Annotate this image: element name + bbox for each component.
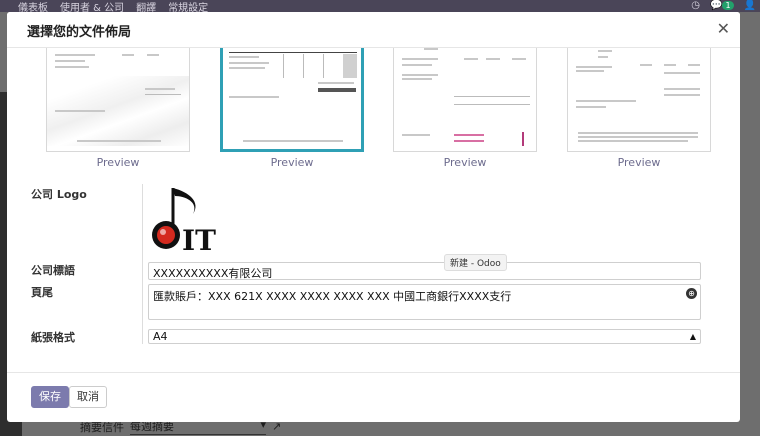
paper-format-select[interactable]: A4 ▲ — [148, 329, 701, 344]
save-button[interactable]: 保存 — [31, 386, 69, 408]
chat-icon[interactable]: 💬 1 — [710, 0, 734, 11]
layout-thumbnail[interactable] — [567, 48, 711, 152]
paper-format-value: A4 — [153, 330, 168, 343]
dialog-footer: 保存 取消 — [7, 372, 740, 422]
layout-thumbnail-selected[interactable] — [220, 48, 364, 152]
tagline-label: 公司標語 — [31, 264, 75, 277]
user-icon[interactable]: 👤 — [744, 0, 756, 11]
preview-link[interactable]: Preview — [46, 156, 190, 169]
logo-image: IT — [152, 188, 216, 257]
select-caret-icon: ▲ — [689, 332, 696, 341]
clock-icon[interactable]: ◷ — [691, 0, 700, 11]
preview-link[interactable]: Preview — [220, 156, 364, 169]
logo-text: IT — [182, 224, 216, 257]
company-logo[interactable]: IT — [149, 184, 229, 258]
tagline-input[interactable]: XXXXXXXXXX有限公司 — [148, 262, 701, 280]
layout-dialog: 選擇您的文件佈局 ✕ Preview Preview Preview Previ… — [7, 12, 740, 422]
layout-options: Preview Preview Preview Preview — [7, 48, 740, 174]
layout-option-2[interactable]: Preview — [220, 48, 364, 169]
tooltip: 新建 - Odoo — [444, 254, 507, 271]
layout-thumbnail[interactable] — [393, 48, 537, 152]
preview-link[interactable]: Preview — [393, 156, 537, 169]
form-divider — [142, 184, 143, 344]
logo-label: 公司 Logo — [31, 188, 87, 201]
paper-format-label: 紙張格式 — [31, 331, 75, 344]
footer-label: 頁尾 — [31, 286, 53, 299]
layout-option-4[interactable]: Preview — [567, 48, 711, 169]
layout-option-3[interactable]: Preview — [393, 48, 537, 169]
layout-option-1[interactable]: Preview — [46, 48, 190, 169]
footer-textarea[interactable]: 匯款賬戶：XXX 621X XXXX XXXX XXXX XXX 中國工商銀行X… — [148, 284, 701, 320]
cancel-button[interactable]: 取消 — [69, 386, 107, 408]
dialog-title: 選擇您的文件佈局 — [27, 25, 132, 40]
layout-thumbnail[interactable] — [46, 48, 190, 152]
preview-link[interactable]: Preview — [567, 156, 711, 169]
dialog-header: 選擇您的文件佈局 ✕ — [7, 12, 740, 48]
globe-icon[interactable]: ⊕ — [686, 288, 697, 299]
top-icons: ◷ 💬 1 👤 — [691, 0, 756, 11]
footer-text: 匯款賬戶：XXX 621X XXXX XXXX XXXX XXX 中國工商銀行X… — [153, 290, 512, 303]
close-icon[interactable]: ✕ — [717, 19, 730, 38]
notification-badge: 1 — [722, 1, 734, 10]
top-navbar: 儀表板 使用者 & 公司 翻譯 常規設定 ◷ 💬 1 👤 — [0, 0, 760, 14]
